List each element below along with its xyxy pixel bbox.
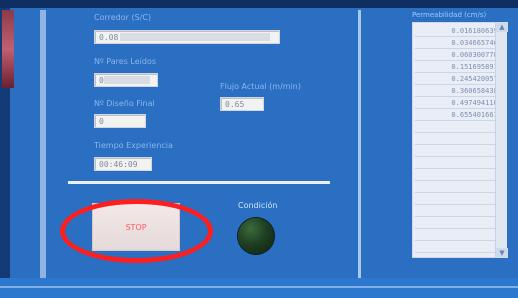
scroll-down-icon[interactable]: ▼	[496, 248, 508, 258]
field-label-tiempo: Tiempo Experiencia	[94, 141, 173, 150]
tiempo-field[interactable]: 00:46:09	[94, 157, 152, 171]
panel-divider-left	[40, 10, 46, 280]
table-row	[415, 181, 505, 193]
table-row	[415, 241, 505, 253]
pares-blur	[104, 76, 150, 84]
window-top-edge	[0, 0, 518, 8]
table-row: 0.0603007781	[415, 49, 505, 61]
flujo-field[interactable]: 0.65	[220, 97, 264, 111]
field-label-diseno: Nº Diseño Final	[94, 99, 155, 108]
table-row: 0.1516958914	[415, 61, 505, 73]
left-thumbnail	[2, 10, 14, 88]
table-row: 0.0346657469	[415, 37, 505, 49]
corredor-value: 0.08	[99, 33, 119, 42]
diseno-value: 0	[99, 117, 104, 126]
table-row: 0.0161806395	[415, 25, 505, 37]
scroll-up-icon[interactable]: ▲	[496, 22, 508, 32]
table-row	[415, 217, 505, 229]
table-row	[415, 145, 505, 157]
field-label-flujo: Flujo Actual (m/min)	[220, 82, 301, 91]
field-label-pares: Nº Pares Leídos	[94, 57, 157, 66]
app-window: Corredor (S/C) 0.08 Nº Pares Leídos 0 Nº…	[0, 0, 518, 298]
table-scrollbar[interactable]: ▲ ▼	[495, 22, 508, 258]
table-row: 0.6554016619	[415, 109, 505, 121]
condition-led	[238, 218, 274, 254]
table-row	[415, 157, 505, 169]
table-row: 0.2454200574	[415, 73, 505, 85]
table-row	[415, 169, 505, 181]
permeability-table[interactable]: 0.0161806395 0.0346657469 0.0603007781 0…	[412, 22, 507, 258]
table-row	[415, 133, 505, 145]
bottom-divider	[0, 286, 518, 288]
section-divider	[68, 181, 330, 184]
highlight-circle	[60, 199, 213, 263]
field-label-corredor: Corredor (S/C)	[94, 13, 152, 22]
flujo-value: 0.65	[225, 100, 245, 109]
table-row: 0.3606584387	[415, 85, 505, 97]
bottom-band	[0, 278, 518, 298]
tiempo-value: 00:46:09	[99, 160, 138, 169]
table-row	[415, 193, 505, 205]
table-row	[415, 229, 505, 241]
panel-divider-right	[358, 10, 361, 280]
diseno-field[interactable]: 0	[94, 114, 146, 128]
table-row: 0.4974941106	[415, 97, 505, 109]
table-row	[415, 205, 505, 217]
corredor-blur	[120, 33, 270, 41]
condition-label: Condición	[238, 201, 278, 210]
table-row	[415, 121, 505, 133]
table-title: Permeabilidad (cm/s)	[412, 11, 487, 19]
